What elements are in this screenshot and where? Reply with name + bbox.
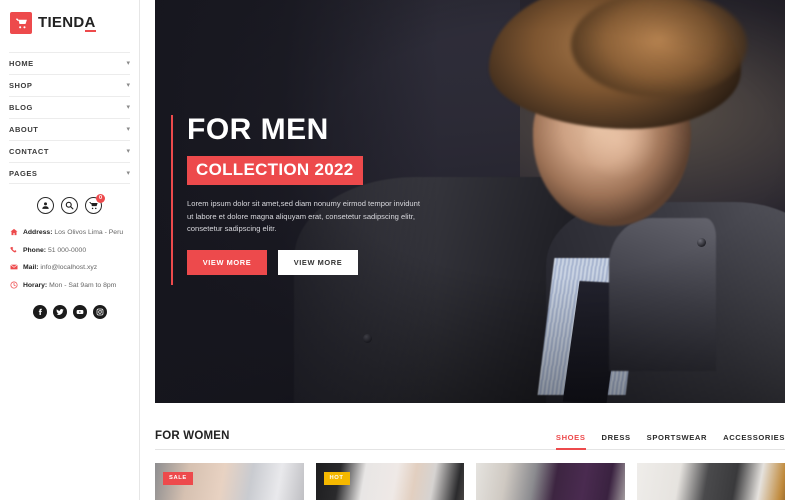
sidebar-item-about[interactable]: ABOUT ▾ (9, 118, 130, 140)
nav-label: SHOP (9, 81, 33, 90)
contact-label: Mail: (23, 264, 39, 271)
contact-label: Horary: (23, 281, 48, 289)
sidebar-item-pages[interactable]: PAGES ▾ (9, 162, 130, 184)
nav-label: PAGES (9, 168, 38, 178)
product-card[interactable] (476, 463, 625, 500)
contact-value: info@localhost.xyz (40, 264, 98, 271)
contact-value: Los Olivos Lima - Peru (54, 229, 124, 236)
social-links (0, 304, 139, 319)
hero-secondary-button[interactable]: VIEW MORE (278, 249, 358, 275)
contact-row-address: Address: Los Olivos Lima - Peru (10, 228, 139, 239)
product-card[interactable] (636, 463, 785, 500)
twitter-icon[interactable] (52, 304, 67, 319)
sidebar: TIENDA HOME ▾ SHOP ▾ BLOG ▾ ABOUT ▾ CONT… (0, 0, 140, 500)
sidebar-item-contact[interactable]: CONTACT ▾ (9, 140, 130, 162)
product-grid: SALE HOT (155, 463, 785, 500)
main-content: FOR MEN COLLECTION 2022 Lorem ipsum dolo… (140, 0, 800, 500)
hero-text-block: FOR MEN COLLECTION 2022 Lorem ipsum dolo… (171, 115, 427, 285)
nav-label: BLOG (9, 103, 33, 112)
facebook-icon[interactable] (32, 304, 47, 319)
mail-icon (10, 263, 19, 274)
hero-title: FOR MEN (187, 113, 329, 146)
section-title: FOR WOMEN (155, 430, 230, 442)
contact-value: 51 000-0000 (47, 246, 87, 254)
chevron-down-icon: ▾ (126, 126, 130, 133)
contact-value: Mon - Sat 9am to 8pm (49, 281, 117, 289)
sidebar-action-icons: 0 (0, 194, 139, 214)
clock-icon (10, 280, 19, 292)
instagram-icon[interactable] (92, 304, 107, 319)
contact-row-mail: Mail: info@localhost.xyz (10, 263, 139, 274)
chevron-down-icon: ▾ (126, 169, 130, 177)
contact-row-phone: Phone: 51 000-0000 (10, 246, 139, 257)
hero-banner: FOR MEN COLLECTION 2022 Lorem ipsum dolo… (155, 0, 785, 403)
phone-icon (10, 246, 19, 257)
user-icon[interactable] (37, 197, 54, 214)
nav-label: HOME (9, 59, 34, 68)
contact-label: Phone: (23, 246, 47, 254)
category-tabs: SHOES DRESS SPORTSWEAR ACCESSORIES (555, 426, 785, 450)
tab-accessories[interactable]: ACCESSORIES (723, 433, 785, 449)
home-icon (10, 228, 19, 239)
search-icon[interactable] (61, 197, 78, 214)
cart-icon[interactable]: 0 (85, 194, 105, 214)
hero-primary-button[interactable]: VIEW MORE (187, 249, 267, 275)
section-header: FOR WOMEN SHOES DRESS SPORTSWEAR ACCESSO… (155, 426, 785, 450)
contact-label: Address: (23, 229, 53, 236)
sidebar-item-home[interactable]: HOME ▾ (9, 52, 130, 74)
for-women-section: FOR WOMEN SHOES DRESS SPORTSWEAR ACCESSO… (155, 426, 785, 500)
product-image (636, 463, 785, 500)
status-badge: HOT (323, 472, 350, 485)
page-root: TIENDA HOME ▾ SHOP ▾ BLOG ▾ ABOUT ▾ CONT… (0, 0, 800, 500)
contact-row-horary: Horary: Mon - Sat 9am to 8pm (10, 280, 139, 292)
chevron-down-icon: ▾ (126, 82, 130, 89)
chevron-down-icon: ▾ (126, 104, 130, 111)
shopping-cart-icon (10, 12, 32, 34)
chevron-down-icon: ▾ (126, 148, 130, 155)
main-nav: HOME ▾ SHOP ▾ BLOG ▾ ABOUT ▾ CONTACT ▾ P… (0, 52, 139, 184)
status-badge: SALE (163, 472, 193, 485)
tab-dress[interactable]: DRESS (602, 433, 631, 449)
sidebar-item-blog[interactable]: BLOG ▾ (9, 96, 130, 118)
youtube-icon[interactable] (72, 304, 87, 319)
hero-subtitle: COLLECTION 2022 (187, 156, 363, 185)
tab-shoes[interactable]: SHOES (555, 433, 586, 450)
chevron-down-icon: ▾ (126, 60, 130, 67)
cart-count-badge: 0 (96, 194, 105, 203)
hero-description: Lorem ipsum dolor sit amet,sed diam nonu… (187, 199, 420, 233)
nav-label: CONTACT (9, 147, 49, 156)
hero-buttons: VIEW MORE VIEW MORE (187, 249, 427, 275)
product-card[interactable]: HOT (315, 463, 464, 500)
site-logo[interactable]: TIENDA (0, 0, 139, 34)
product-card[interactable]: SALE (155, 463, 304, 500)
logo-text: TIENDA (38, 12, 96, 34)
tab-sportswear[interactable]: SPORTSWEAR (647, 433, 707, 449)
product-image (476, 463, 625, 500)
contact-info: Address: Los Olivos Lima - Peru Phone: 5… (0, 228, 139, 292)
sidebar-item-shop[interactable]: SHOP ▾ (9, 74, 130, 96)
nav-label: ABOUT (9, 125, 39, 134)
